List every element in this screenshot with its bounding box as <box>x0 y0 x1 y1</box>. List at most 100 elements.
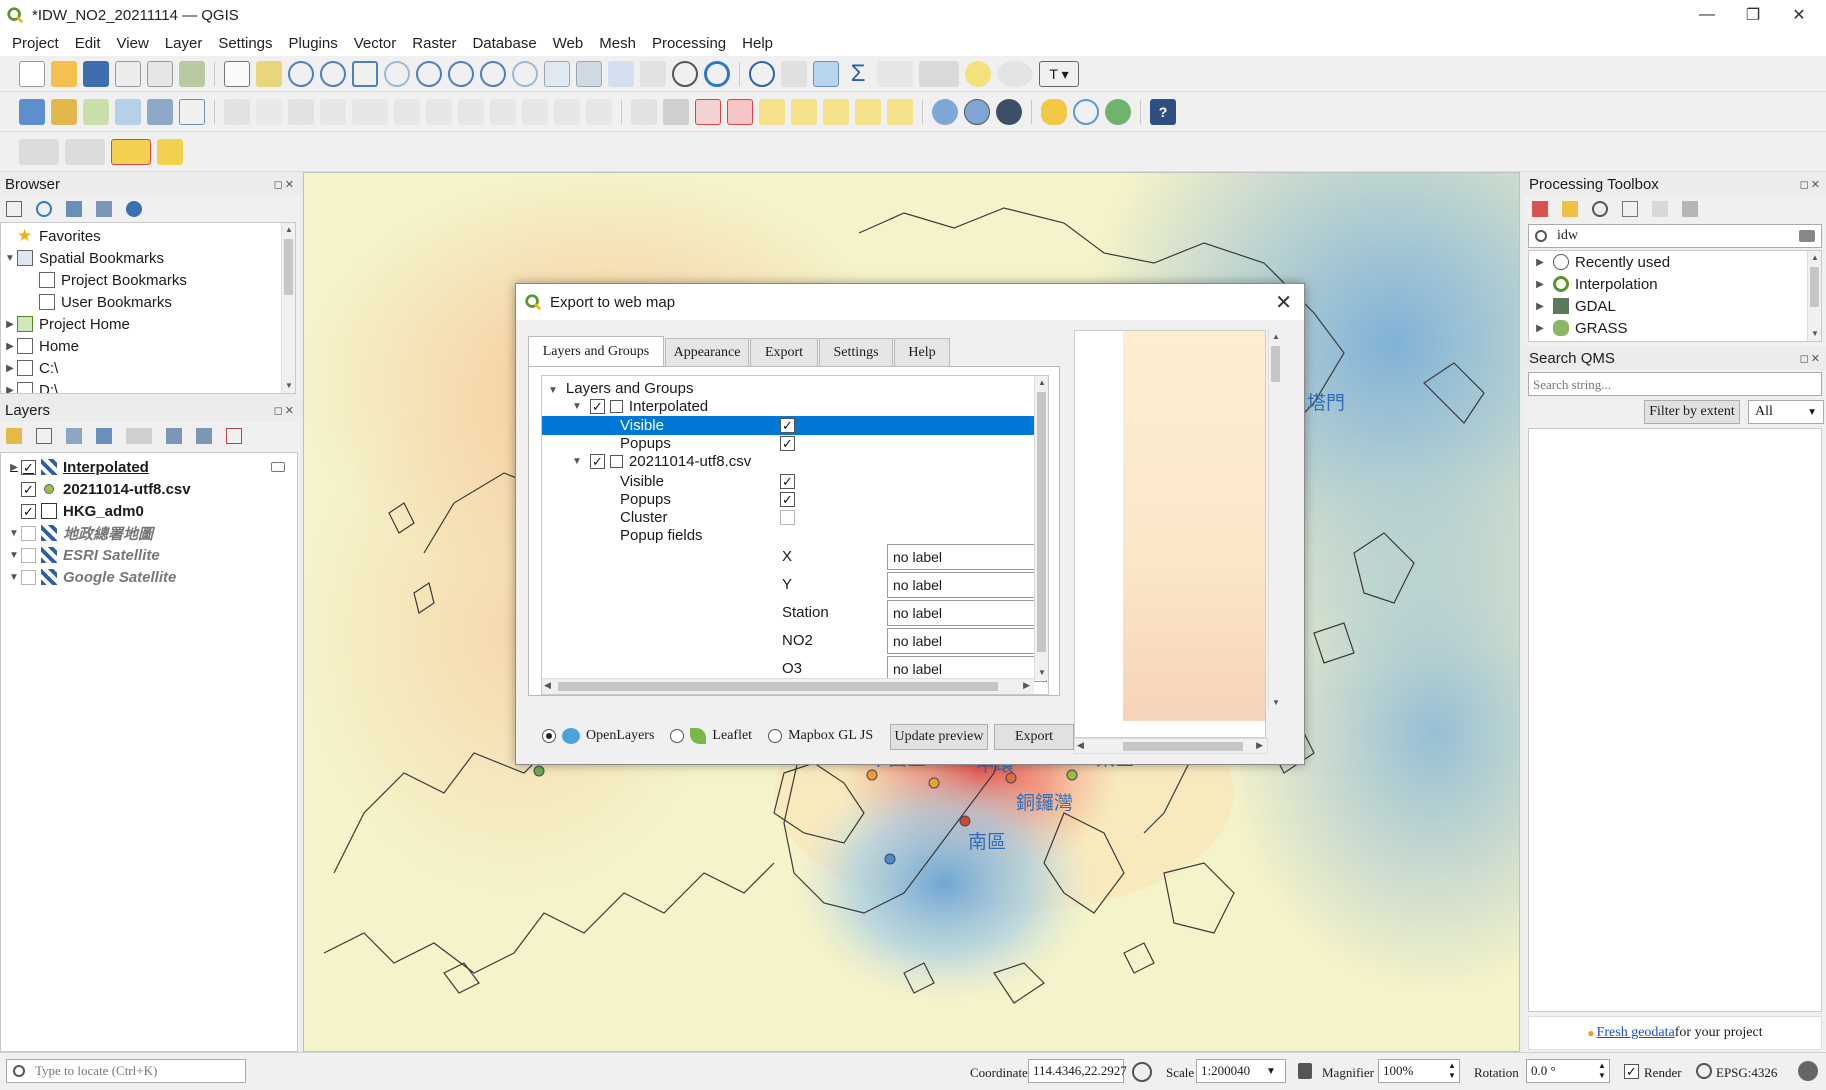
show-bookmarks-icon[interactable] <box>640 60 666 87</box>
scroll-down-arrow-icon[interactable]: ▼ <box>1269 696 1283 710</box>
highlight-labels-icon[interactable] <box>727 98 753 125</box>
add-selected-layers-icon[interactable] <box>6 201 22 217</box>
new-3d-map-view-icon[interactable] <box>576 60 602 87</box>
scroll-thumb[interactable] <box>1271 346 1280 382</box>
crs-globe-icon[interactable] <box>1696 1063 1712 1079</box>
menu-web[interactable]: Web <box>545 35 592 52</box>
web-map-preview[interactable] <box>1074 330 1266 738</box>
menu-view[interactable]: View <box>109 35 157 52</box>
crs-label[interactable]: EPSG:4326 <box>1716 1065 1777 1081</box>
openlayers-radio[interactable] <box>542 729 556 743</box>
save-project-icon[interactable] <box>83 60 109 87</box>
help-contents-icon[interactable]: ? <box>1150 98 1176 125</box>
layer-visibility-checkbox[interactable]: ✓ <box>21 459 36 475</box>
scroll-thumb[interactable] <box>1123 742 1243 751</box>
panel-float-close-icon[interactable]: ◻✕ <box>274 404 296 417</box>
popups-checkbox[interactable]: ✓ <box>780 492 795 507</box>
visible-checkbox[interactable]: ✓ <box>780 418 795 433</box>
browser-item-c-drive[interactable]: ▶ C:\ <box>1 357 295 379</box>
processing-item-grass[interactable]: ▶ GRASS <box>1529 317 1821 339</box>
label-move-icon[interactable] <box>759 98 785 125</box>
menu-project[interactable]: Project <box>4 35 67 52</box>
label-pin-icon[interactable] <box>663 98 689 125</box>
menu-mesh[interactable]: Mesh <box>591 35 644 52</box>
open-layer-styling-icon[interactable] <box>6 428 22 444</box>
layer-include-checkbox[interactable]: ✓ <box>589 454 605 469</box>
edit-features-in-place-icon[interactable] <box>1652 201 1668 217</box>
update-preview-button[interactable]: Update preview <box>890 724 988 750</box>
export-button[interactable]: Export <box>994 724 1074 750</box>
popups-checkbox[interactable]: ✓ <box>780 436 795 451</box>
tab-settings[interactable]: Settings <box>819 338 893 366</box>
current-edits-icon[interactable] <box>224 98 250 125</box>
scroll-up-arrow-icon[interactable]: ▲ <box>1035 376 1048 390</box>
identify-features-icon[interactable] <box>749 60 775 87</box>
menu-settings[interactable]: Settings <box>210 35 280 52</box>
station-point[interactable] <box>959 815 971 827</box>
scroll-left-arrow-icon[interactable]: ◀ <box>1077 740 1084 751</box>
zoom-out-icon[interactable] <box>320 60 346 87</box>
layer-visibility-checkbox[interactable] <box>21 569 36 585</box>
select-features-icon[interactable] <box>19 138 59 165</box>
zoom-in-icon[interactable] <box>288 60 314 87</box>
scripts-icon[interactable] <box>1562 201 1578 217</box>
visible-checkbox[interactable]: ✓ <box>780 474 795 489</box>
new-bookmark-icon[interactable] <box>608 60 634 87</box>
preview-horizontal-scrollbar[interactable]: ◀ ▶ <box>1074 738 1268 754</box>
browser-item-project-bookmarks[interactable]: Project Bookmarks <box>1 269 295 291</box>
menu-edit[interactable]: Edit <box>67 35 109 52</box>
station-point[interactable] <box>928 777 940 789</box>
vertex-tool-icon[interactable] <box>352 98 388 125</box>
menu-raster[interactable]: Raster <box>404 35 464 52</box>
pan-map-icon[interactable] <box>224 60 250 87</box>
models-icon[interactable] <box>1532 201 1548 217</box>
zoom-next-icon[interactable] <box>512 60 538 87</box>
collapse-all-icon[interactable] <box>196 428 212 444</box>
new-shapefile-layer-icon[interactable] <box>83 98 109 125</box>
restore-button[interactable]: ❐ <box>1730 4 1776 26</box>
indicator-icon[interactable] <box>271 462 285 472</box>
menu-help[interactable]: Help <box>734 35 781 52</box>
modify-attributes-icon[interactable] <box>394 98 420 125</box>
collapse-arrow-icon[interactable]: ▼ <box>572 401 582 412</box>
deselect-features-icon[interactable] <box>111 138 151 165</box>
messages-icon[interactable] <box>1798 1061 1818 1081</box>
select-all-icon[interactable] <box>157 138 183 165</box>
tree-horizontal-scrollbar[interactable]: ◀ ▶ <box>542 678 1034 694</box>
scroll-left-arrow-icon[interactable]: ◀ <box>544 680 551 691</box>
layer-visibility-checkbox[interactable] <box>21 525 36 541</box>
popup-field-label-select[interactable]: no label <box>887 600 1047 626</box>
scroll-down-arrow-icon[interactable]: ▼ <box>1808 327 1821 341</box>
browser-item-user-bookmarks[interactable]: User Bookmarks <box>1 291 295 313</box>
refresh-icon[interactable] <box>704 60 730 87</box>
panel-float-close-icon[interactable]: ◻✕ <box>274 178 296 191</box>
coordinate-field[interactable]: 114.4346,22.2927 <box>1028 1059 1127 1083</box>
tab-layers-and-groups[interactable]: Layers and Groups <box>528 336 664 366</box>
station-point[interactable] <box>866 769 878 781</box>
panel-float-close-icon[interactable]: ◻✕ <box>1800 178 1822 191</box>
tree-root-row[interactable]: ▼ Layers and Groups <box>548 380 693 397</box>
popup-field-label-select[interactable]: no label <box>887 628 1047 654</box>
qgis2web-icon[interactable] <box>1105 98 1131 125</box>
leaflet-radio[interactable] <box>670 729 685 743</box>
openlayers-plugin-icon[interactable] <box>996 98 1022 125</box>
station-point[interactable] <box>533 765 545 777</box>
style-manager-icon[interactable] <box>179 60 205 87</box>
expand-all-icon[interactable] <box>166 428 182 444</box>
minimize-button[interactable]: — <box>1684 4 1730 26</box>
attribute-table-dropdown-icon[interactable] <box>877 60 913 87</box>
scroll-thumb[interactable] <box>1037 392 1046 652</box>
qms-icon[interactable] <box>932 98 958 125</box>
panel-float-close-icon[interactable]: ◻✕ <box>1800 352 1822 365</box>
text-annotation-icon[interactable]: T ▾ <box>1039 60 1079 87</box>
save-layer-edits-icon[interactable] <box>288 98 314 125</box>
filter-browser-icon[interactable] <box>66 201 82 217</box>
processing-item-recently-used[interactable]: ▶ Recently used <box>1529 251 1821 273</box>
collapse-arrow-icon[interactable]: ▼ <box>572 456 582 467</box>
scroll-down-arrow-icon[interactable]: ▼ <box>282 379 295 393</box>
layer-item-google-satellite[interactable]: ▼ Google Satellite <box>1 566 297 588</box>
pan-to-selection-icon[interactable] <box>256 60 282 87</box>
collapse-arrow-icon[interactable]: ▼ <box>548 385 558 396</box>
label-rotate-icon[interactable] <box>791 98 817 125</box>
zoom-last-icon[interactable] <box>480 60 506 87</box>
